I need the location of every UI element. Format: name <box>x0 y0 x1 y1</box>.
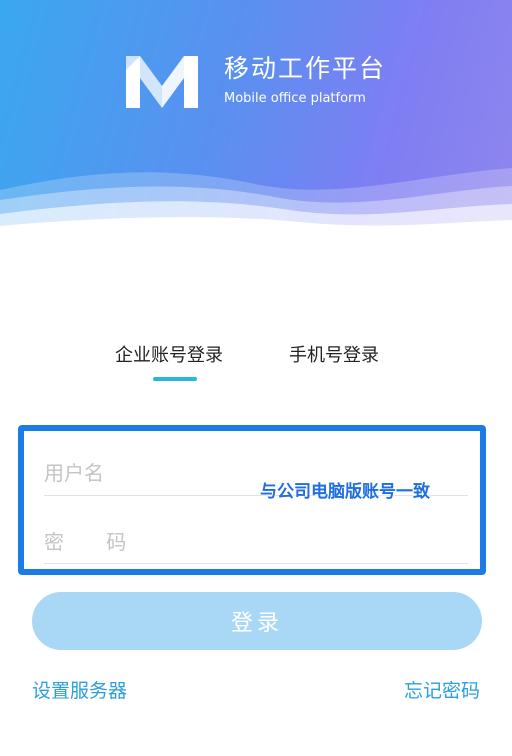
tab-phone-number[interactable]: 手机号登录 <box>289 347 379 365</box>
password-input[interactable] <box>44 521 468 564</box>
forgot-password-link[interactable]: 忘记密码 <box>404 682 480 701</box>
login-button[interactable]: 登录 <box>32 592 482 650</box>
app-title: 移动工作平台 <box>224 54 387 83</box>
app-subtitle: Mobile office platform <box>224 91 366 106</box>
m-logo-icon <box>126 56 198 108</box>
set-server-link[interactable]: 设置服务器 <box>32 682 127 701</box>
account-hint-annotation: 与公司电脑版账号一致 <box>260 482 430 502</box>
active-tab-indicator <box>153 377 197 381</box>
tab-enterprise-account[interactable]: 企业账号登录 <box>115 347 223 365</box>
header-banner: 移动工作平台 Mobile office platform <box>0 0 512 240</box>
header-wave-decoration <box>0 168 512 240</box>
login-form-highlight: 与公司电脑版账号一致 <box>18 425 486 575</box>
